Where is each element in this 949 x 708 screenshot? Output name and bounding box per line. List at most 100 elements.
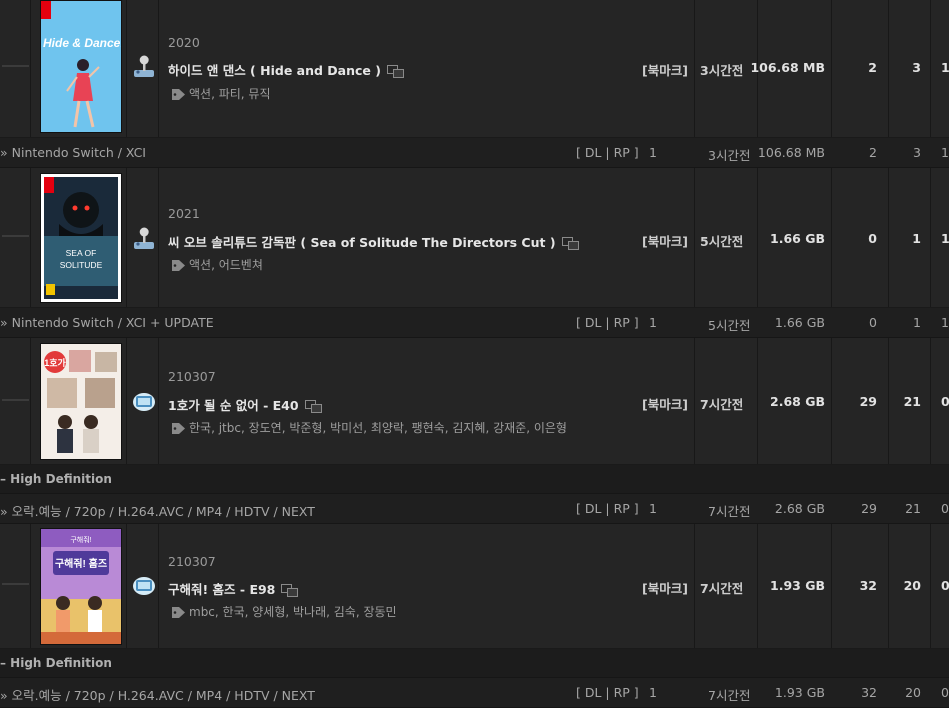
category-path[interactable]: » 오락.예능 / 720p / H.264.AVC / MP4 / HDTV … [0, 685, 315, 704]
file-subrow: » Nintendo Switch / XCI + UPDATE [ DL | … [0, 308, 949, 338]
leechers-count: 1 [912, 231, 921, 246]
completed-count: 1 [941, 60, 949, 75]
bookmark-link[interactable]: [북마크] [642, 231, 688, 250]
release-year: 210307 [168, 554, 216, 569]
torrent-row: Hide & Dance! 2020 하이드 앤 댄스 ( Hide and D… [0, 0, 949, 138]
tag-icon [172, 260, 185, 271]
torrent-title[interactable]: 씨 오브 솔리튜드 감독판 ( Sea of Solitude The Dire… [168, 232, 579, 251]
sub-leechers: 1 [913, 315, 921, 330]
upload-time: 3시간전 [700, 63, 744, 78]
upload-time: 7시간전 [700, 397, 744, 412]
dl-rp-links[interactable]: [ DL | RP ] [576, 315, 639, 330]
bookmark-link[interactable]: [북마크] [642, 394, 688, 413]
seeders-count: 2 [868, 60, 877, 75]
cover-image[interactable]: 1호가 [40, 343, 122, 460]
file-count: 1 [649, 315, 657, 330]
torrent-row: SEA OF SOLITUDE 2021 씨 오브 솔리튜드 감독판 ( Sea… [0, 168, 949, 308]
seeders-count: 0 [868, 231, 877, 246]
quality-header[interactable]: – High Definition [0, 465, 949, 494]
sub-leechers: 20 [905, 685, 921, 700]
translate-icon[interactable] [281, 584, 299, 597]
tag-icon [172, 423, 185, 434]
sub-seeders: 2 [869, 145, 877, 160]
leechers-count: 21 [903, 394, 921, 409]
row-handle [2, 399, 29, 401]
tv-icon[interactable] [131, 572, 157, 598]
dl-rp-links[interactable]: [ DL | RP ] [576, 501, 639, 516]
seeders-count: 32 [859, 578, 877, 593]
sub-seeders: 32 [861, 685, 877, 700]
sub-size: 106.68 MB [757, 145, 825, 160]
file-count: 1 [649, 145, 657, 160]
file-size: 2.68 GB [770, 394, 825, 409]
translate-icon[interactable] [304, 400, 322, 413]
sub-size: 1.93 GB [774, 685, 825, 700]
torrent-row: 1호가 210307 1호가 될 순 없어 - E40 한국, jtbc, 장도… [0, 338, 949, 465]
seeders-count: 29 [859, 394, 877, 409]
completed-count: 0 [941, 578, 949, 593]
svg-text:SEA OF: SEA OF [66, 248, 97, 258]
sub-completed: 0 [941, 685, 949, 700]
category-path[interactable]: » Nintendo Switch / XCI + UPDATE [0, 315, 214, 330]
tag-icon [172, 607, 185, 618]
release-year: 2021 [168, 206, 200, 221]
torrent-row: 구해줘! 구해줘! 홈즈 210307 구해줘! 홈즈 - E98 mbc, 한… [0, 524, 949, 649]
leechers-count: 3 [912, 60, 921, 75]
sub-completed: 0 [941, 501, 949, 516]
svg-text:SOLITUDE: SOLITUDE [60, 260, 103, 270]
sub-time: 5시간전 [708, 318, 751, 333]
cover-image[interactable]: SEA OF SOLITUDE [40, 173, 122, 303]
dl-rp-links[interactable]: [ DL | RP ] [576, 145, 639, 160]
row-handle [2, 65, 29, 67]
sub-completed: 1 [941, 145, 949, 160]
file-count: 1 [649, 685, 657, 700]
dl-rp-links[interactable]: [ DL | RP ] [576, 685, 639, 700]
joystick-icon[interactable] [131, 225, 157, 251]
completed-count: 1 [941, 231, 949, 246]
tag-icon [172, 89, 185, 100]
row-handle [2, 235, 29, 237]
quality-header[interactable]: – High Definition [0, 649, 949, 678]
file-subrow: » 오락.예능 / 720p / H.264.AVC / MP4 / HDTV … [0, 494, 949, 524]
file-count: 1 [649, 501, 657, 516]
svg-text:Hide & Dance!: Hide & Dance! [43, 36, 121, 50]
category-path[interactable]: » 오락.예능 / 720p / H.264.AVC / MP4 / HDTV … [0, 501, 315, 520]
file-subrow: » Nintendo Switch / XCI [ DL | RP ] 1 3시… [0, 138, 949, 168]
category-path[interactable]: » Nintendo Switch / XCI [0, 145, 146, 160]
sub-time: 7시간전 [708, 504, 751, 519]
file-size: 1.93 GB [770, 578, 825, 593]
sub-leechers: 3 [913, 145, 921, 160]
torrent-title[interactable]: 1호가 될 순 없어 - E40 [168, 395, 322, 414]
svg-text:1호가: 1호가 [44, 357, 66, 368]
joystick-icon[interactable] [131, 53, 157, 79]
sub-time: 3시간전 [708, 148, 751, 163]
leechers-count: 20 [903, 578, 921, 593]
cover-image[interactable]: 구해줘! 구해줘! 홈즈 [40, 528, 122, 645]
file-size: 106.68 MB [750, 60, 825, 75]
sub-seeders: 29 [861, 501, 877, 516]
tv-icon[interactable] [131, 388, 157, 414]
translate-icon[interactable] [386, 65, 404, 78]
tag-list: 한국, jtbc, 장도연, 박준형, 박미선, 최양락, 팽현숙, 김지혜, … [172, 419, 567, 436]
bookmark-link[interactable]: [북마크] [642, 60, 688, 79]
sub-completed: 1 [941, 315, 949, 330]
release-year: 2020 [168, 35, 200, 50]
sub-size: 2.68 GB [774, 501, 825, 516]
sub-size: 1.66 GB [774, 315, 825, 330]
torrent-title[interactable]: 구해줘! 홈즈 - E98 [168, 579, 299, 598]
svg-text:구해줘! 홈즈: 구해줘! 홈즈 [55, 557, 107, 570]
translate-icon[interactable] [561, 237, 579, 250]
upload-time: 7시간전 [700, 581, 744, 596]
release-year: 210307 [168, 369, 216, 384]
cover-image[interactable]: Hide & Dance! [40, 0, 122, 133]
tag-list: 액션, 파티, 뮤직 [172, 85, 271, 102]
tag-list: 액션, 어드벤쳐 [172, 256, 263, 273]
svg-text:구해줘!: 구해줘! [70, 535, 91, 544]
bookmark-link[interactable]: [북마크] [642, 578, 688, 597]
sub-seeders: 0 [869, 315, 877, 330]
torrent-title[interactable]: 하이드 앤 댄스 ( Hide and Dance ) [168, 60, 404, 79]
tag-list: mbc, 한국, 양세형, 박나래, 김숙, 장동민 [172, 603, 397, 620]
sub-leechers: 21 [905, 501, 921, 516]
completed-count: 0 [941, 394, 949, 409]
row-handle [2, 583, 29, 585]
